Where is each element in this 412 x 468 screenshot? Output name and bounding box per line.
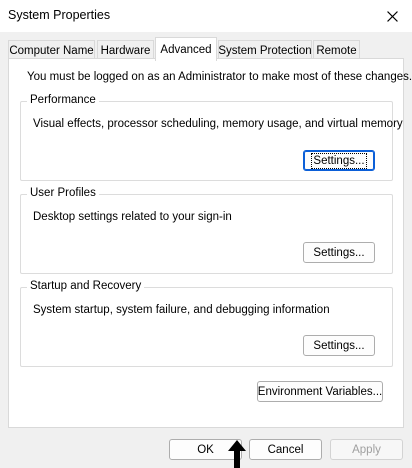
performance-label: Performance bbox=[27, 94, 99, 106]
tab-computer-name[interactable]: Computer Name bbox=[8, 40, 95, 60]
startup-recovery-description: System startup, system failure, and debu… bbox=[33, 304, 330, 316]
startup-recovery-group: Startup and Recovery System startup, sys… bbox=[20, 280, 393, 367]
close-button[interactable] bbox=[372, 0, 412, 32]
user-profiles-settings-label: Settings... bbox=[313, 246, 365, 259]
up-arrow-pointer-icon bbox=[228, 440, 246, 468]
close-icon bbox=[386, 10, 398, 22]
user-profiles-group: User Profiles Desktop settings related t… bbox=[20, 187, 393, 274]
performance-settings-button[interactable]: Settings... bbox=[303, 150, 375, 171]
tab-remote[interactable]: Remote bbox=[313, 40, 360, 60]
startup-recovery-label: Startup and Recovery bbox=[27, 280, 145, 292]
admin-note: You must be logged on as an Administrato… bbox=[27, 71, 412, 83]
tab-hardware[interactable]: Hardware bbox=[97, 40, 154, 60]
apply-button[interactable]: Apply bbox=[330, 439, 403, 460]
advanced-tab-panel: You must be logged on as an Administrato… bbox=[8, 58, 412, 428]
ok-label: OK bbox=[197, 443, 214, 456]
title-bar: System Properties bbox=[0, 0, 412, 32]
environment-variables-label: Environment Variables... bbox=[257, 385, 383, 398]
window-title: System Properties bbox=[8, 8, 111, 22]
environment-variables-button[interactable]: Environment Variables... bbox=[257, 381, 383, 402]
startup-recovery-settings-button[interactable]: Settings... bbox=[303, 335, 375, 356]
user-profiles-settings-button[interactable]: Settings... bbox=[303, 242, 375, 263]
tab-system-protection[interactable]: System Protection bbox=[218, 40, 312, 60]
performance-group: Performance Visual effects, processor sc… bbox=[20, 94, 403, 181]
system-properties-window: System Properties Computer Name Hardware… bbox=[0, 0, 412, 468]
startup-recovery-settings-label: Settings... bbox=[313, 339, 365, 352]
user-profiles-description: Desktop settings related to your sign-in bbox=[33, 211, 232, 223]
performance-description: Visual effects, processor scheduling, me… bbox=[33, 118, 403, 130]
apply-label: Apply bbox=[352, 443, 381, 456]
performance-settings-label: Settings... bbox=[311, 152, 367, 169]
tab-strip: Computer Name Hardware Advanced System P… bbox=[0, 32, 412, 61]
cancel-label: Cancel bbox=[267, 443, 304, 456]
cancel-button[interactable]: Cancel bbox=[249, 439, 322, 460]
tab-advanced[interactable]: Advanced bbox=[155, 37, 217, 61]
user-profiles-label: User Profiles bbox=[27, 187, 99, 199]
